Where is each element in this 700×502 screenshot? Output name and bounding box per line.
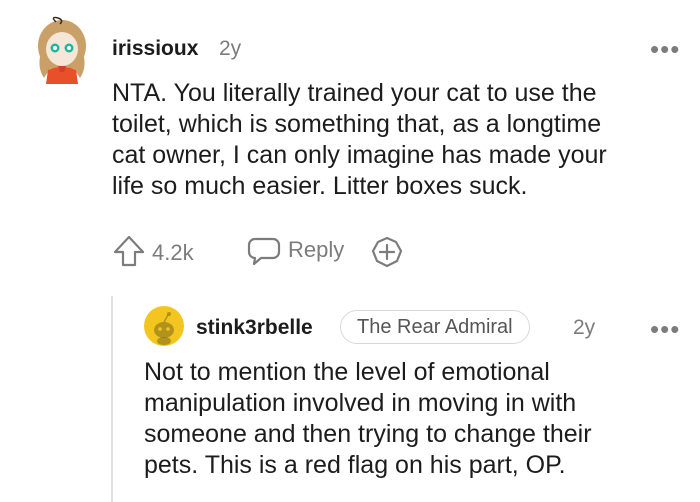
comment-body-line: cat owner, I can only imagine has made y… — [112, 141, 607, 169]
thread-line[interactable] — [111, 296, 113, 502]
reply-body: Not to mention the level of emotional ma… — [144, 357, 684, 481]
comment-body-line: toilet, which is something that, as a lo… — [112, 110, 602, 138]
reply-button[interactable]: Reply — [247, 234, 357, 268]
reply-body-line: pets. This is a red flag on his part, OP… — [144, 451, 566, 479]
reply-label: Reply — [288, 237, 345, 262]
speech-bubble-icon — [247, 237, 281, 266]
comment-age: 2y — [219, 37, 242, 60]
comment-more-options-icon[interactable]: ••• — [650, 36, 680, 62]
user-flair-badge: The Rear Admiral — [340, 310, 530, 344]
upvote-arrow-icon — [113, 235, 145, 267]
add-award-icon — [371, 236, 403, 268]
reply-body-line: someone and then trying to change their — [144, 420, 592, 448]
comment-body-line: NTA. You literally trained your cat to u… — [112, 79, 597, 107]
upvote-button[interactable]: 4.2k — [112, 234, 208, 268]
reply-body-line: Not to mention the level of emotional — [144, 358, 550, 386]
upvote-count: 4.2k — [152, 240, 194, 265]
comment-body: NTA. You literally trained your cat to u… — [112, 78, 682, 202]
comment-body-line: life so much easier. Litter boxes suck. — [112, 172, 528, 200]
reply-age: 2y — [573, 316, 596, 339]
add-award-button[interactable] — [370, 236, 404, 268]
comment-username[interactable]: irissioux — [112, 37, 198, 61]
reply-username[interactable]: stink3rbelle — [196, 316, 313, 340]
comment-author-avatar[interactable] — [34, 16, 90, 84]
reply-more-options-icon[interactable]: ••• — [650, 316, 680, 342]
reply-author-avatar[interactable] — [144, 306, 184, 346]
reply-body-line: manipulation involved in moving in with — [144, 389, 577, 417]
